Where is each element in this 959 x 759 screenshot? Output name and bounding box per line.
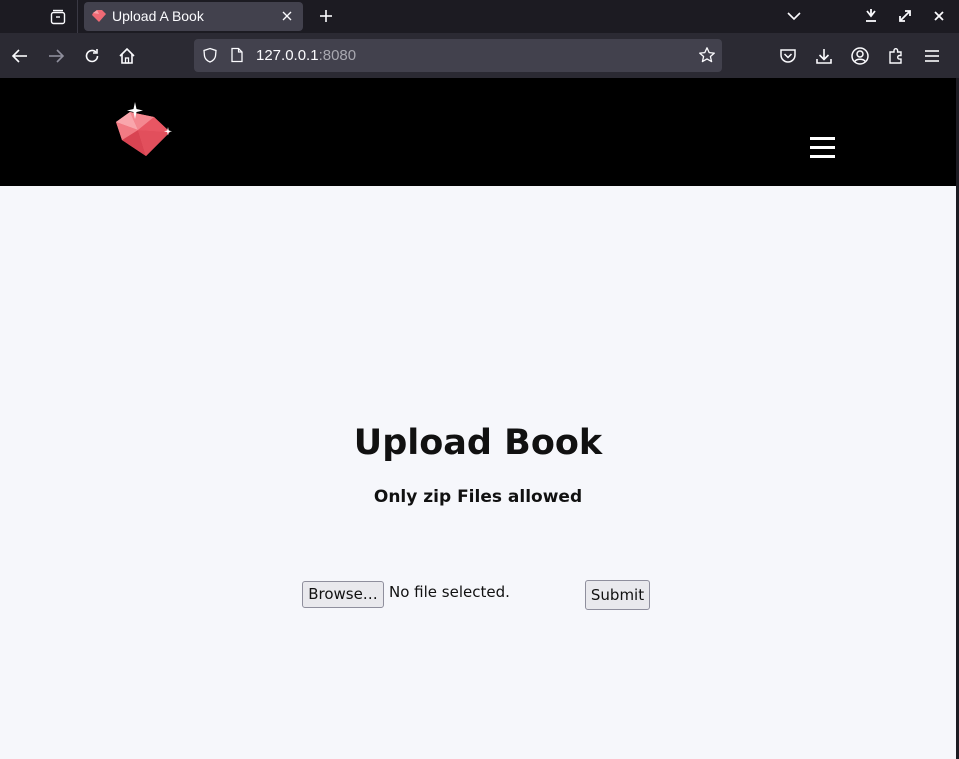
account-icon[interactable] [850,46,870,66]
reload-icon[interactable] [82,46,102,66]
tab-overview-icon [50,9,65,24]
pocket-icon[interactable] [778,46,798,66]
menu-bar-line [810,137,835,140]
home-icon[interactable] [117,46,137,66]
page-info-icon[interactable] [230,47,244,63]
url-host: 127.0.0.1 [256,47,319,64]
address-bar[interactable]: 127.0.0.1:8080 [194,39,722,72]
hamburger-menu-icon[interactable] [922,46,942,66]
site-header [0,78,956,186]
menu-bar-line [810,155,835,158]
close-window-icon[interactable] [929,6,949,26]
tab-strip: Upload A Book [0,0,959,33]
ruby-favicon-icon [92,10,106,22]
page-subtitle: Only zip Files allowed [373,487,583,507]
downloads-icon[interactable] [814,46,834,66]
tab-title: Upload A Book [112,8,204,24]
site-menu-button[interactable] [806,134,842,162]
browse-file-button[interactable]: Browse… [302,581,384,608]
new-tab-icon[interactable] [316,6,336,26]
list-tabs-chevron-down-icon[interactable] [784,6,804,26]
active-tab[interactable]: Upload A Book [84,2,303,31]
menu-bar-line [810,146,835,149]
navigation-toolbar: 127.0.0.1:8080 [0,33,959,78]
forward-arrow-icon[interactable] [46,46,66,66]
back-arrow-icon[interactable] [10,46,30,66]
url-text[interactable]: 127.0.0.1:8080 [256,47,356,64]
tab-overview-button[interactable] [38,0,78,33]
minimize-icon[interactable] [861,6,881,26]
ruby-gem-logo[interactable] [110,100,178,160]
bookmark-star-icon[interactable] [698,46,716,64]
url-port: :8080 [318,47,357,64]
maximize-icon[interactable] [895,6,915,26]
extensions-puzzle-icon[interactable] [886,46,906,66]
file-selection-status: No file selected. [389,583,510,601]
page-content: Upload Book Only zip Files allowed Brows… [0,78,956,759]
page-title: Upload Book [353,423,603,463]
tracking-protection-shield-icon[interactable] [202,47,218,63]
close-tab-icon[interactable] [279,8,295,24]
submit-button[interactable]: Submit [585,580,650,610]
